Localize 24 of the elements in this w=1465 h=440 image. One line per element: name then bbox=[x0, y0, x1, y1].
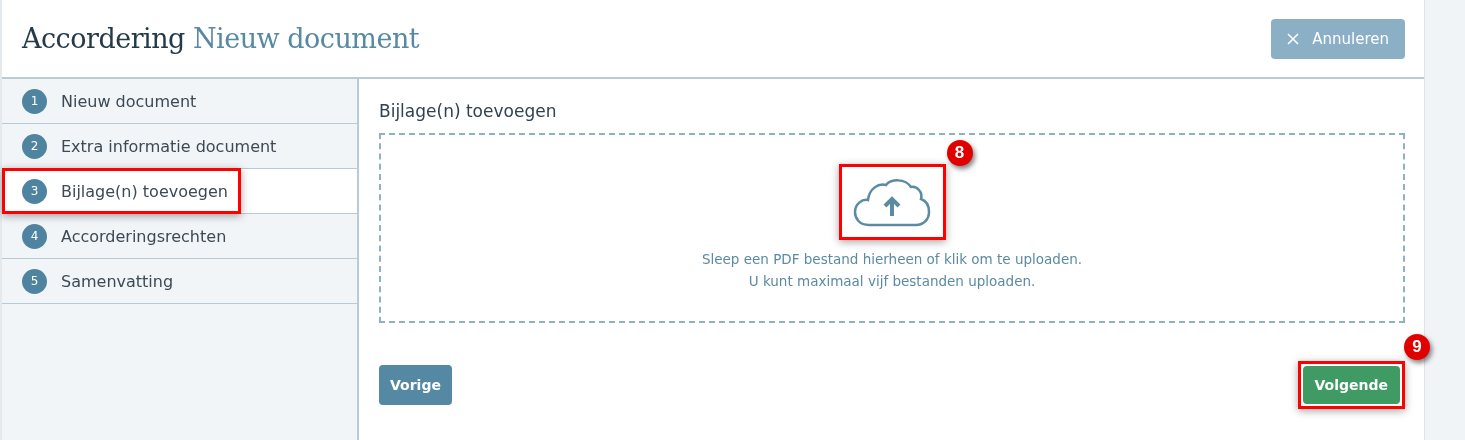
step-number: 5 bbox=[22, 268, 47, 294]
step-label: Nieuw document bbox=[61, 91, 197, 111]
step-number: 1 bbox=[22, 88, 47, 114]
step-item[interactable]: 5 Samenvatting bbox=[2, 259, 357, 304]
step-number: 2 bbox=[22, 133, 47, 159]
dropzone-text: Sleep een PDF bestand hierheen of klik om te uploaden. bbox=[701, 250, 1083, 269]
step-item[interactable]: 1 Nieuw document bbox=[2, 79, 357, 124]
step-label: Extra informatie document bbox=[61, 136, 277, 156]
step-label: Samenvatting bbox=[61, 271, 174, 291]
cloud-upload-icon bbox=[853, 177, 931, 227]
previous-button[interactable]: Vorige bbox=[379, 365, 452, 405]
step-label: Bijlage(n) toevoegen bbox=[61, 181, 228, 201]
callout-badge: 9 bbox=[1404, 334, 1431, 360]
step-number: 3 bbox=[22, 178, 47, 204]
close-icon bbox=[1287, 32, 1300, 45]
page-title: Accordering Nieuw document bbox=[22, 23, 420, 54]
step-label: Accorderingsrechten bbox=[61, 226, 227, 246]
step-item[interactable]: 3 Bijlage(n) toevoegen bbox=[2, 169, 357, 214]
section-heading: Bijlage(n) toevoegen bbox=[379, 101, 558, 121]
dropzone-text: U kunt maximaal vijf bestanden uploaden. bbox=[748, 272, 1036, 291]
callout-badge: 8 bbox=[946, 140, 973, 166]
dropzone[interactable]: 8 Sleep een PDF bestand hierheen of klik om te uploaden. U kunt maximaal vijf bestanden uploaden. bbox=[379, 133, 1406, 323]
step-item[interactable]: 4 Accorderingsrechten bbox=[2, 214, 357, 259]
step-number: 4 bbox=[22, 223, 47, 249]
